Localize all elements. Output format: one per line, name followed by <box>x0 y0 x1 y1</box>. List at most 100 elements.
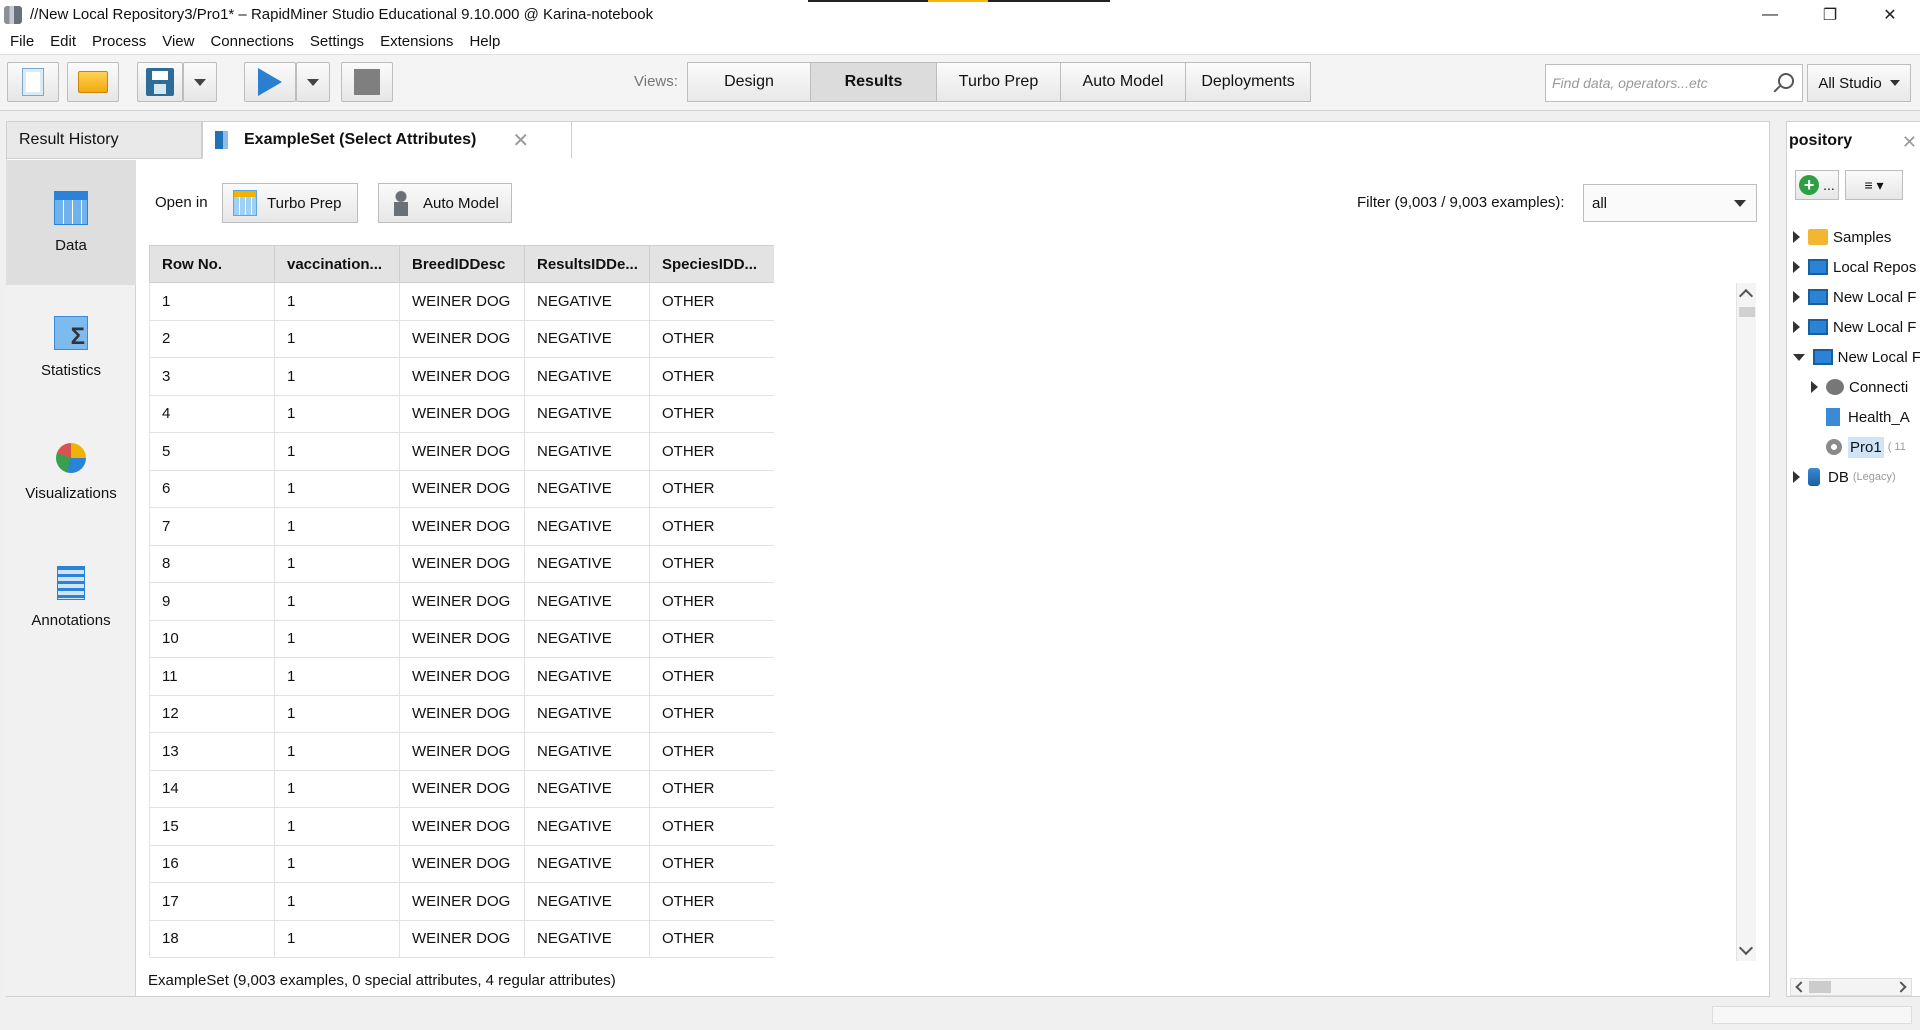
cell-species[interactable]: OTHER <box>649 807 774 846</box>
cell-results[interactable]: NEGATIVE <box>524 394 650 433</box>
view-deployments[interactable]: Deployments <box>1186 62 1311 102</box>
cell-results[interactable]: NEGATIVE <box>524 544 650 583</box>
cell-results[interactable]: NEGATIVE <box>524 769 650 808</box>
collapse-arrow-icon[interactable] <box>1793 353 1805 361</box>
open-button[interactable] <box>67 62 119 102</box>
cell-row-no[interactable]: 9 <box>149 582 275 621</box>
search-scope-dropdown[interactable]: All Studio <box>1807 64 1911 102</box>
cell-breed[interactable]: WEINER DOG <box>399 844 525 883</box>
view-auto-model[interactable]: Auto Model <box>1061 62 1186 102</box>
cell-row-no[interactable]: 12 <box>149 694 275 733</box>
cell-species[interactable]: OTHER <box>649 769 774 808</box>
table-row[interactable]: 6 1 WEINER DOG NEGATIVE OTHER <box>149 469 774 508</box>
menu-settings[interactable]: Settings <box>310 33 364 50</box>
new-process-button[interactable] <box>7 62 59 102</box>
cell-vaccination[interactable]: 1 <box>274 769 400 808</box>
cell-species[interactable]: OTHER <box>649 657 774 696</box>
menu-process[interactable]: Process <box>92 33 146 50</box>
cell-species[interactable]: OTHER <box>649 357 774 396</box>
table-row[interactable]: 17 1 WEINER DOG NEGATIVE OTHER <box>149 882 774 921</box>
cell-vaccination[interactable]: 1 <box>274 657 400 696</box>
cell-species[interactable]: OTHER <box>649 282 774 321</box>
view-turbo-prep[interactable]: Turbo Prep <box>937 62 1061 102</box>
cell-species[interactable]: OTHER <box>649 507 774 546</box>
scroll-down-icon[interactable] <box>1738 940 1754 956</box>
cell-vaccination[interactable]: 1 <box>274 619 400 658</box>
cell-row-no[interactable]: 13 <box>149 732 275 771</box>
repository-tree-item[interactable]: New Local F <box>1787 312 1920 342</box>
table-row[interactable]: 4 1 WEINER DOG NEGATIVE OTHER <box>149 394 774 433</box>
cell-row-no[interactable]: 2 <box>149 319 275 358</box>
cell-vaccination[interactable]: 1 <box>274 507 400 546</box>
menu-view[interactable]: View <box>162 33 194 50</box>
cell-results[interactable]: NEGATIVE <box>524 882 650 921</box>
cell-vaccination[interactable]: 1 <box>274 394 400 433</box>
cell-species[interactable]: OTHER <box>649 432 774 471</box>
table-row[interactable]: 13 1 WEINER DOG NEGATIVE OTHER <box>149 732 774 771</box>
cell-vaccination[interactable]: 1 <box>274 319 400 358</box>
filter-dropdown[interactable]: all <box>1583 184 1757 222</box>
cell-results[interactable]: NEGATIVE <box>524 319 650 358</box>
nav-annotations[interactable]: Annotations <box>6 535 136 660</box>
view-design[interactable]: Design <box>687 62 811 102</box>
open-turbo-prep-button[interactable]: Turbo Prep <box>222 183 358 223</box>
tab-result-history[interactable]: Result History <box>6 121 202 159</box>
cell-results[interactable]: NEGATIVE <box>524 582 650 621</box>
cell-row-no[interactable]: 5 <box>149 432 275 471</box>
table-row[interactable]: 3 1 WEINER DOG NEGATIVE OTHER <box>149 357 774 396</box>
cell-row-no[interactable]: 18 <box>149 919 275 958</box>
cell-vaccination[interactable]: 1 <box>274 919 400 958</box>
cell-species[interactable]: OTHER <box>649 882 774 921</box>
cell-row-no[interactable]: 15 <box>149 807 275 846</box>
cell-vaccination[interactable]: 1 <box>274 544 400 583</box>
maximize-button[interactable]: ❐ <box>1800 0 1860 29</box>
repository-tree-item[interactable]: New Local F <box>1787 342 1920 372</box>
repository-menu-button[interactable]: ≡ ▾ <box>1845 170 1903 200</box>
cell-row-no[interactable]: 10 <box>149 619 275 658</box>
scroll-up-icon[interactable] <box>1738 288 1754 304</box>
cell-vaccination[interactable]: 1 <box>274 732 400 771</box>
table-row[interactable]: 16 1 WEINER DOG NEGATIVE OTHER <box>149 844 774 883</box>
cell-row-no[interactable]: 7 <box>149 507 275 546</box>
table-row[interactable]: 11 1 WEINER DOG NEGATIVE OTHER <box>149 657 774 696</box>
cell-vaccination[interactable]: 1 <box>274 357 400 396</box>
open-auto-model-button[interactable]: Auto Model <box>378 183 512 223</box>
table-row[interactable]: 9 1 WEINER DOG NEGATIVE OTHER <box>149 582 774 621</box>
save-button[interactable] <box>137 62 183 102</box>
run-button[interactable] <box>244 62 296 102</box>
close-button[interactable]: ✕ <box>1860 0 1920 29</box>
cell-breed[interactable]: WEINER DOG <box>399 469 525 508</box>
cell-breed[interactable]: WEINER DOG <box>399 657 525 696</box>
cell-vaccination[interactable]: 1 <box>274 882 400 921</box>
cell-vaccination[interactable]: 1 <box>274 844 400 883</box>
table-row[interactable]: 14 1 WEINER DOG NEGATIVE OTHER <box>149 769 774 808</box>
cell-vaccination[interactable]: 1 <box>274 282 400 321</box>
column-header-row-no[interactable]: Row No. <box>149 245 275 283</box>
cell-breed[interactable]: WEINER DOG <box>399 769 525 808</box>
repository-tree-item[interactable]: Connecti <box>1787 372 1920 402</box>
cell-breed[interactable]: WEINER DOG <box>399 919 525 958</box>
stop-button[interactable] <box>341 62 393 102</box>
close-panel-icon[interactable]: ✕ <box>1902 132 1917 153</box>
search-icon[interactable] <box>1778 73 1794 89</box>
cell-results[interactable]: NEGATIVE <box>524 282 650 321</box>
cell-breed[interactable]: WEINER DOG <box>399 282 525 321</box>
cell-results[interactable]: NEGATIVE <box>524 507 650 546</box>
repository-tree-item[interactable]: Local Repos <box>1787 252 1920 282</box>
nav-data[interactable]: Data <box>6 160 136 285</box>
cell-results[interactable]: NEGATIVE <box>524 657 650 696</box>
table-row[interactable]: 2 1 WEINER DOG NEGATIVE OTHER <box>149 319 774 358</box>
expand-arrow-icon[interactable] <box>1793 291 1800 303</box>
table-row[interactable]: 15 1 WEINER DOG NEGATIVE OTHER <box>149 807 774 846</box>
cell-breed[interactable]: WEINER DOG <box>399 357 525 396</box>
repository-tree-item[interactable]: Pro1( 11 <box>1787 432 1920 462</box>
cell-breed[interactable]: WEINER DOG <box>399 694 525 733</box>
expand-arrow-icon[interactable] <box>1793 261 1800 273</box>
table-vertical-scrollbar[interactable] <box>1736 283 1756 961</box>
cell-row-no[interactable]: 4 <box>149 394 275 433</box>
cell-breed[interactable]: WEINER DOG <box>399 544 525 583</box>
scroll-right-icon[interactable] <box>1895 981 1907 993</box>
minimize-button[interactable]: — <box>1740 0 1800 29</box>
cell-row-no[interactable]: 6 <box>149 469 275 508</box>
cell-row-no[interactable]: 1 <box>149 282 275 321</box>
